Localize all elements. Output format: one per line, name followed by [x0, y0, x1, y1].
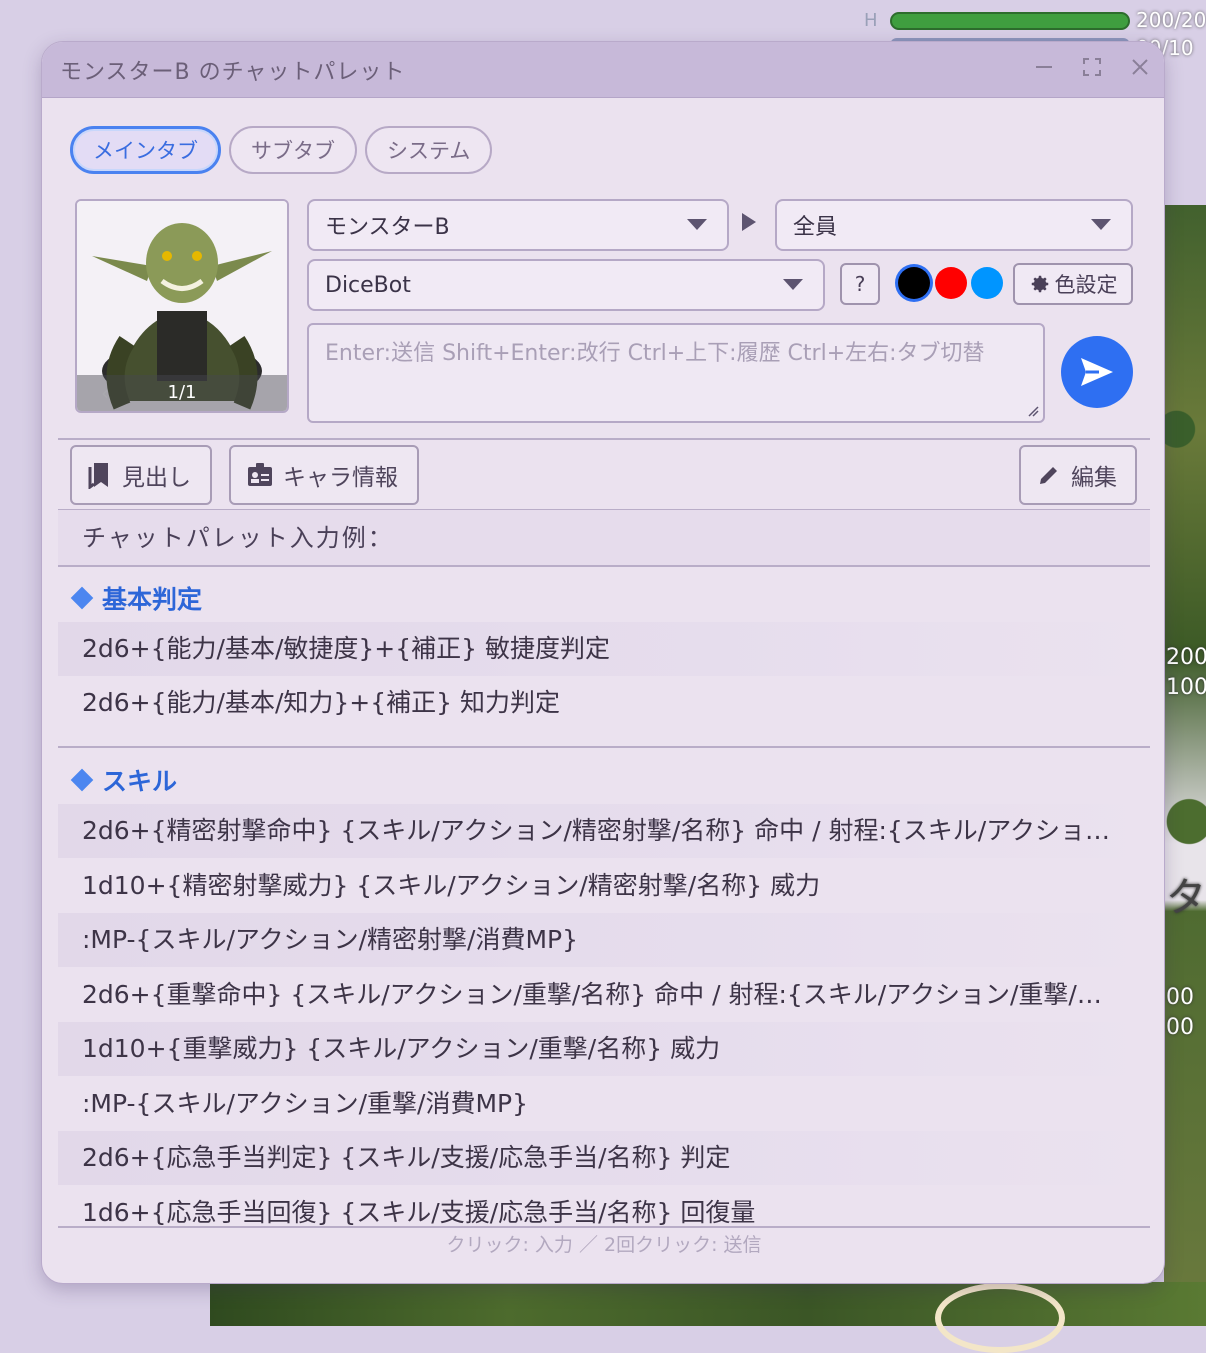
- palette-row[interactable]: 2d6+{能力/基本/敏捷度}+{補正} 敏捷度判定: [58, 622, 1150, 676]
- gear-icon: [1031, 275, 1048, 293]
- dicebot-select[interactable]: DiceBot: [307, 259, 825, 311]
- edit-label: 編集: [1071, 465, 1117, 491]
- footer-hint: クリック: 入力 ／ 2回クリック: 送信: [446, 1234, 762, 1256]
- window-title: モンスターB のチャットパレット: [60, 59, 406, 85]
- tab-bar: メインタブ サブタブ システム: [70, 126, 493, 174]
- palette-header: チャットパレット入力例：: [58, 510, 1150, 566]
- character-info-button[interactable]: キャラ情報: [229, 445, 419, 505]
- divider: [58, 565, 1150, 567]
- minimize-icon[interactable]: [1020, 57, 1068, 82]
- diamond-icon: [70, 586, 94, 610]
- palette-row[interactable]: 2d6+{重撃命中} {スキル/アクション/重撃/名称} 命中 / 射程:{スキ…: [58, 968, 1150, 1022]
- palette-row[interactable]: 1d6+{応急手当回復} {スキル/支援/応急手当/名称} 回復量: [58, 1186, 1150, 1226]
- palette-row[interactable]: 2d6+{精密射撃命中} {スキル/アクション/精密射撃/名称} 命中 / 射程…: [58, 804, 1150, 858]
- chat-input-placeholder: Enter:送信 Shift+Enter:改行 Ctrl+上下:履歴 Ctrl+…: [325, 341, 985, 366]
- color-swatch-red[interactable]: [935, 267, 967, 299]
- section-title-label: 基本判定: [102, 585, 203, 614]
- background-stat: 00: [1166, 985, 1194, 1010]
- chevron-down-icon: [687, 219, 707, 230]
- target-select[interactable]: 全員: [775, 199, 1133, 251]
- send-button[interactable]: [1061, 336, 1133, 408]
- background-stat: 00: [1166, 1015, 1194, 1040]
- portrait-counter: 1/1: [77, 375, 287, 411]
- pencil-icon: [1040, 467, 1057, 484]
- resize-handle-icon[interactable]: [1027, 405, 1039, 417]
- character-portrait[interactable]: ‹ 1/1: [75, 199, 289, 413]
- diamond-icon: [70, 768, 94, 792]
- help-button[interactable]: ?: [840, 263, 880, 305]
- maximize-icon[interactable]: [1068, 57, 1116, 82]
- hp-value: 200/20: [1136, 8, 1206, 32]
- divider: [58, 746, 1150, 748]
- dicebot-select-value: DiceBot: [325, 272, 411, 298]
- tab-main[interactable]: メインタブ: [70, 126, 221, 174]
- target-select-value: 全員: [793, 215, 838, 240]
- hp-bar: [890, 12, 1130, 30]
- color-swatch-black[interactable]: [898, 267, 930, 299]
- color-settings-label: 色設定: [1054, 273, 1118, 297]
- chevron-down-icon: [1091, 219, 1111, 230]
- section-title-label: スキル: [102, 767, 178, 796]
- character-select[interactable]: モンスターB: [307, 199, 729, 251]
- palette-row[interactable]: 2d6+{応急手当判定} {スキル/支援/応急手当/名称} 判定: [58, 1131, 1150, 1185]
- divider: [58, 438, 1150, 440]
- character-select-value: モンスターB: [325, 215, 450, 240]
- tab-sub[interactable]: サブタブ: [229, 126, 357, 174]
- chevron-down-icon: [783, 279, 803, 290]
- id-card-icon: [248, 463, 272, 486]
- background-glyph: タ: [1166, 875, 1206, 921]
- close-icon[interactable]: [1116, 57, 1164, 82]
- window-titlebar[interactable]: モンスターB のチャットパレット: [42, 42, 1164, 98]
- palette-row[interactable]: :MP-{スキル/アクション/精密射撃/消費MP}: [58, 913, 1150, 967]
- divider: [58, 1226, 1150, 1228]
- headings-label: 見出し: [122, 465, 191, 491]
- color-swatch-blue[interactable]: [971, 267, 1003, 299]
- chat-palette-window: モンスターB のチャットパレット メインタブ サブタブ システム ‹ 1/1 モ…: [41, 41, 1165, 1284]
- headings-button[interactable]: 見出し: [70, 445, 212, 505]
- background-map: [1164, 205, 1206, 1326]
- background-stat: 100: [1166, 675, 1206, 700]
- palette-row[interactable]: 1d10+{重撃威力} {スキル/アクション/重撃/名称} 威力: [58, 1022, 1150, 1076]
- edit-button[interactable]: 編集: [1019, 445, 1137, 505]
- palette-row[interactable]: 1d10+{精密射撃威力} {スキル/アクション/精密射撃/名称} 威力: [58, 859, 1150, 913]
- palette-row[interactable]: :MP-{スキル/アクション/重撃/消費MP}: [58, 1077, 1150, 1131]
- hud-label: H: [864, 10, 878, 31]
- chat-input[interactable]: Enter:送信 Shift+Enter:改行 Ctrl+上下:履歴 Ctrl+…: [307, 323, 1045, 423]
- arrow-right-icon: [742, 213, 756, 231]
- bookmark-icon: [88, 463, 108, 489]
- color-settings-button[interactable]: 色設定: [1013, 263, 1133, 305]
- character-info-label: キャラ情報: [283, 465, 398, 491]
- tab-system[interactable]: システム: [365, 126, 493, 174]
- send-icon: [1081, 358, 1113, 386]
- background-stat: 200: [1166, 645, 1206, 670]
- background-token-ring: [935, 1283, 1065, 1353]
- section-title-basic: 基本判定: [70, 580, 203, 616]
- section-title-skill: スキル: [70, 762, 178, 798]
- palette-row[interactable]: 2d6+{能力/基本/知力}+{補正} 知力判定: [58, 676, 1150, 730]
